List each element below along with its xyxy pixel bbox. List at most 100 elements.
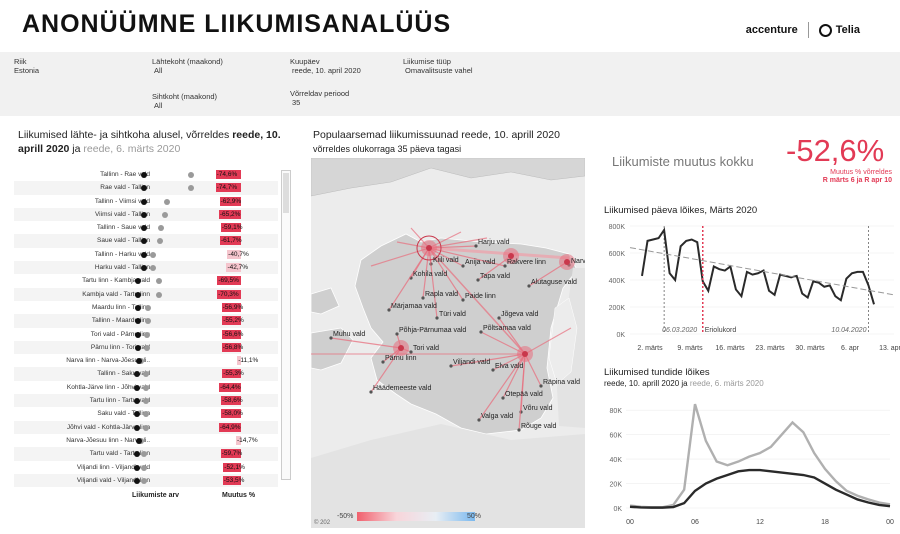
table-row[interactable]: Viimsi vald - Tallinn -65,2%: [14, 207, 278, 222]
reference-dot: [142, 424, 149, 431]
table-row[interactable]: Tartu linn - Kambja vald -69,5%: [14, 274, 278, 287]
table-row[interactable]: Tallinn - Saue vald -59,1%: [14, 221, 278, 234]
y-tick-label: 200K: [609, 305, 626, 312]
x-tick-label: 6. apr: [841, 345, 860, 352]
legend-gradient: [357, 512, 475, 521]
filter-lahtekoht[interactable]: Lähtekoht (maakond) All: [152, 57, 223, 75]
map-title-date: reede, 10. aprill 2020: [461, 129, 560, 141]
kpi-label: Liikumiste muutus kokku: [612, 154, 754, 169]
change-pct: -59,1%: [221, 224, 243, 232]
hub-dot: [398, 345, 404, 351]
change-pct: -69,5%: [218, 277, 239, 285]
place-label: Narva-Jõesuu: [571, 258, 585, 265]
reference-dot: [141, 477, 148, 484]
table-row[interactable]: Tori vald - Pärnu linn -56,6%: [14, 328, 278, 341]
place-label: Anija vald: [465, 259, 495, 266]
change-pct: -14,7%: [237, 436, 258, 444]
map-canvas[interactable]: Harju vald Kiili vald Anija vald Tapa vald R…: [311, 158, 585, 528]
filter-value[interactable]: Omavalitsuste vahel: [405, 66, 473, 75]
place-label: Rõuge vald: [521, 423, 557, 430]
header: ANONÜÜMNE LIIKUMISANALÜÜS accenture Teli…: [0, 0, 900, 52]
table-row[interactable]: Tallinn - Maardu linn -55,2%: [14, 314, 278, 328]
y-tick-label: 0K: [616, 332, 625, 339]
current-series-line: [629, 468, 891, 509]
change-pct: -55,3%: [223, 370, 244, 378]
change-pct: -59,7%: [221, 450, 243, 458]
y-tick-label: 60K: [610, 433, 623, 440]
table-row[interactable]: Viljandi vald - Viljandi linn -53,5%: [14, 473, 278, 488]
y-tick-label: 600K: [609, 251, 626, 258]
place-label: Märjamaa vald: [391, 303, 437, 310]
table-row[interactable]: Jõhvi vald - Kohtla-Järve linn -64,9%: [14, 420, 278, 434]
map-title-text: Populaarsemad liikumissuunad: [313, 129, 462, 141]
place-label: Võru vald: [523, 405, 553, 412]
table-scrollbar[interactable]: [281, 170, 291, 480]
reference-dot: [156, 238, 163, 245]
table-row[interactable]: Narva-Jõesuu linn - Narva li.. -14,7%: [14, 434, 278, 447]
change-pct: -42,7%: [227, 264, 249, 272]
place-label: Põltsamaa vald: [483, 325, 531, 332]
table-row[interactable]: Narva linn - Narva-Jõesuu li.. -11,1%: [14, 354, 278, 367]
reference-dot: [157, 225, 164, 232]
change-pct: -70,3%: [218, 290, 239, 298]
change-pct: -74,6%: [216, 171, 238, 178]
route-name: Pärnu linn - Tori vald: [90, 343, 150, 351]
reference-dot: [145, 318, 152, 325]
table-row[interactable]: Harku vald - Tallinn -42,7%: [14, 261, 278, 275]
current-dot: [134, 344, 141, 351]
change-pct: -64,4%: [220, 383, 241, 391]
filter-value[interactable]: All: [154, 66, 223, 75]
table-row[interactable]: Tallinn - Harku vald -40,7%: [14, 248, 278, 261]
filter-label: Riik: [14, 57, 27, 66]
footer-count-label: Liikumiste arv: [132, 492, 180, 499]
filter-kuupaev[interactable]: Kuupäev reede, 10. april 2020: [290, 57, 361, 75]
route-table: Tallinn - Rae vald -74,6% Rae vald - Talli…: [14, 168, 278, 488]
title-ref-date: reede, 6. märts 2020: [83, 143, 181, 155]
filter-value[interactable]: reede, 10. april 2020: [292, 66, 361, 75]
filter-vorreldav[interactable]: Võrreldav periood 35: [290, 89, 349, 107]
table-row[interactable]: Tallinn - Rae vald -74,6%: [14, 168, 278, 181]
reference-dot: [142, 398, 149, 405]
filter-label: Lähtekoht (maakond): [152, 57, 223, 66]
table-row[interactable]: Tartu linn - Tartu vald -58,6%: [14, 394, 278, 408]
filter-value[interactable]: Estonia: [14, 66, 39, 75]
reference-dot: [155, 278, 162, 285]
table-row[interactable]: Saue vald - Tallinn -61,7%: [14, 234, 278, 248]
table-row[interactable]: Viljandi linn - Viljandi vald -52,1%: [14, 461, 278, 474]
table-row[interactable]: Tallinn - Saku vald -55,3%: [14, 367, 278, 381]
current-dot: [134, 331, 141, 338]
table-row[interactable]: Maardu linn - Tallinn -56,9%: [14, 301, 278, 314]
current-dot: [134, 464, 141, 471]
filter-tuup[interactable]: Liikumise tüüp Omavalitsuste vahel: [403, 57, 473, 75]
hourly-chart[interactable]: 80K 60K 40K 20K 0K 00 06 12 18 00: [598, 392, 900, 532]
table-row[interactable]: Kambja vald - Tartu linn -70,3%: [14, 287, 278, 301]
place-label: Muhu vald: [333, 331, 365, 338]
flow-map[interactable]: Harju vald Kiili vald Anija vald Tapa vald R…: [311, 158, 585, 528]
current-dot: [141, 211, 148, 218]
kpi-sub-2: R märts 6 ja R apr 10: [822, 177, 892, 184]
filter-value[interactable]: 35: [292, 98, 349, 107]
table-row[interactable]: Pärnu linn - Tori vald -56,8%: [14, 340, 278, 355]
change-pct: -56,6%: [222, 330, 244, 338]
filter-value[interactable]: All: [154, 101, 217, 110]
filter-label: Sihtkoht (maakond): [152, 92, 218, 101]
title-text: Liikumised lähte- ja sihtkoha alusel, võ…: [18, 129, 233, 141]
current-dot: [134, 291, 141, 298]
table-row[interactable]: Tallinn - Viimsi vald -62,9%: [14, 195, 278, 208]
table-row[interactable]: Kohtla-Järve linn - Jõhvi vald -64,4%: [14, 381, 278, 394]
scrollbar-thumb[interactable]: [283, 173, 289, 213]
daily-chart[interactable]: 800K 600K 400K 200K 0K 06.03.2020 Eriolukord 10…: [598, 218, 900, 358]
filter-riik[interactable]: Riik Estonia: [14, 57, 39, 75]
change-pct: -65,2%: [219, 210, 241, 218]
change-pct: -56,8%: [222, 343, 244, 351]
hub-dot: [522, 351, 528, 357]
table-row[interactable]: Rae vald - Tallinn -74,7%: [14, 181, 278, 195]
reference-dot: [149, 265, 156, 272]
left-panel-title: Liikumised lähte- ja sihtkoha alusel, võ…: [18, 128, 288, 156]
table-row[interactable]: Tartu vald - Tartu linn -59,7%: [14, 447, 278, 461]
reference-dot: [188, 172, 194, 178]
place-label: Valga vald: [481, 413, 513, 420]
table-row[interactable]: Saku vald - Tallinn -58,0%: [14, 407, 278, 420]
filter-sihtkoht[interactable]: Sihtkoht (maakond) All: [152, 92, 217, 110]
hourly-sub-date: reede, 10. aprill 2020: [604, 379, 680, 388]
